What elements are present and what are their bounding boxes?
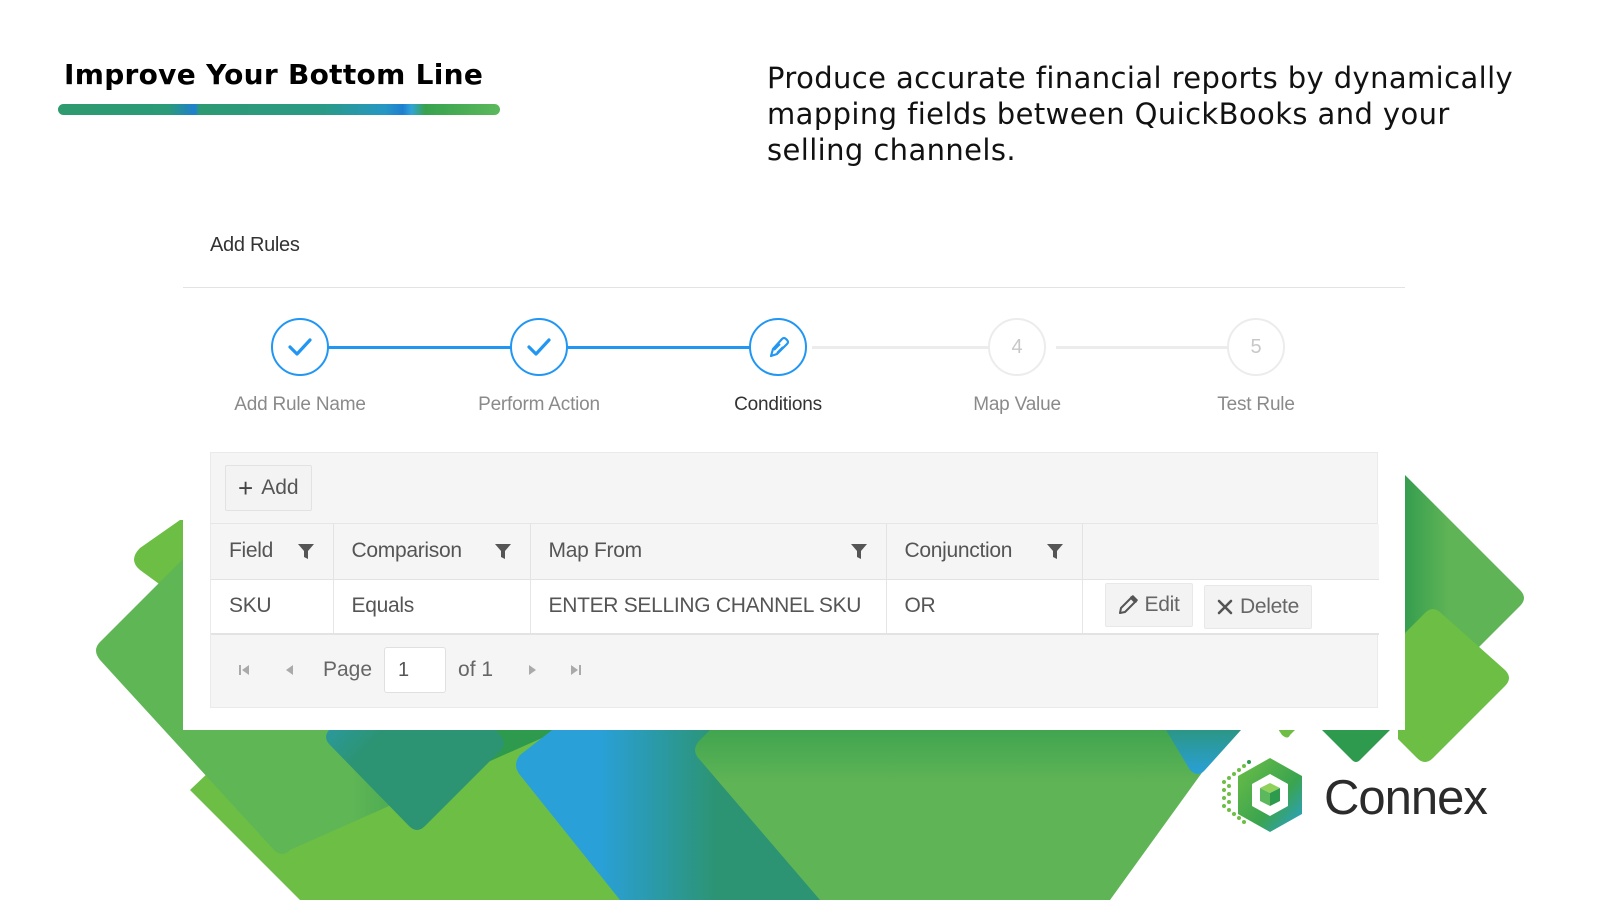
column-header-field[interactable]: Field — [211, 524, 334, 580]
table-header-row: Field Comparison Map From Conjunction — [211, 524, 1379, 580]
step-circle: 5 — [1227, 318, 1285, 376]
step-test-rule[interactable]: 5 Test Rule — [1156, 318, 1356, 416]
delete-button[interactable]: Delete — [1204, 585, 1312, 630]
page-number-input[interactable] — [384, 647, 447, 693]
cell-map-from: ENTER SELLING CHANNEL SKU — [530, 579, 887, 635]
slide-headline: Improve Your Bottom Line — [64, 58, 484, 91]
last-page-icon — [571, 665, 582, 675]
step-perform-action[interactable]: Perform Action — [439, 318, 639, 416]
table-row[interactable]: SKU Equals ENTER SELLING CHANNEL SKU OR … — [211, 579, 1379, 635]
step-label: Test Rule — [1217, 394, 1295, 415]
filter-icon[interactable] — [494, 542, 512, 560]
next-page-button[interactable] — [527, 663, 569, 677]
column-label: Comparison — [351, 539, 463, 563]
step-label: Map Value — [973, 394, 1061, 415]
pencil-icon — [769, 336, 790, 358]
column-label: Field — [229, 539, 274, 563]
conditions-grid: + Add Field Comparison Map From Conjunct… — [210, 452, 1379, 708]
check-icon — [527, 338, 551, 356]
step-circle — [510, 318, 568, 376]
headline-underline — [58, 104, 500, 115]
add-rules-card: Add Rules Add Rule Name Perform Action C… — [183, 210, 1405, 730]
delete-label: Delete — [1240, 595, 1299, 619]
grid-toolbar: + Add — [211, 453, 1377, 524]
conditions-table: Field Comparison Map From Conjunction SK… — [211, 524, 1379, 635]
step-label: Conditions — [734, 394, 822, 415]
cell-comparison: Equals — [333, 579, 531, 635]
logo-text: Connex — [1324, 771, 1488, 825]
add-condition-button[interactable]: + Add — [225, 465, 312, 511]
edit-button[interactable]: Edit — [1104, 583, 1193, 628]
step-circle — [271, 318, 329, 376]
column-label: Conjunction — [904, 539, 1013, 563]
column-header-conjunction[interactable]: Conjunction — [886, 524, 1083, 580]
connex-hexagon-icon — [1222, 758, 1302, 832]
column-label: Map From — [548, 539, 643, 563]
step-label: Perform Action — [478, 394, 600, 415]
connex-logo: Connex — [1220, 752, 1488, 844]
first-page-button[interactable] — [237, 663, 283, 677]
column-header-actions — [1082, 524, 1379, 580]
step-circle — [749, 318, 807, 376]
cell-actions: Edit Delete — [1082, 579, 1379, 635]
pencil-icon — [1118, 595, 1138, 615]
page-count-label: of 1 — [458, 658, 494, 681]
rule-stepper: Add Rule Name Perform Action Conditions … — [183, 318, 1405, 428]
filter-icon[interactable] — [1046, 542, 1064, 560]
edit-label: Edit — [1144, 593, 1180, 617]
check-icon — [288, 338, 312, 356]
step-label: Add Rule Name — [234, 394, 366, 415]
next-page-icon — [529, 665, 537, 675]
cell-conjunction: OR — [886, 579, 1083, 635]
page-label: Page — [323, 658, 373, 681]
prev-page-button[interactable] — [283, 663, 323, 677]
prev-page-icon — [286, 665, 293, 675]
filter-icon[interactable] — [297, 542, 315, 560]
close-icon — [1217, 599, 1233, 615]
grid-pager: Page of 1 — [211, 635, 1377, 705]
filter-icon[interactable] — [850, 542, 868, 560]
add-button-label: Add — [261, 476, 299, 499]
step-circle: 4 — [988, 318, 1046, 376]
step-map-value[interactable]: 4 Map Value — [917, 318, 1117, 416]
column-header-comparison[interactable]: Comparison — [333, 524, 531, 580]
slide-description: Produce accurate financial reports by dy… — [767, 61, 1514, 167]
card-divider — [183, 287, 1405, 288]
plus-icon: + — [238, 473, 254, 503]
cell-field: SKU — [211, 579, 334, 635]
step-conditions[interactable]: Conditions — [678, 318, 878, 416]
last-page-button[interactable] — [569, 663, 615, 677]
card-title: Add Rules — [210, 234, 300, 256]
first-page-icon — [239, 665, 249, 675]
column-header-map-from[interactable]: Map From — [530, 524, 887, 580]
step-add-rule-name[interactable]: Add Rule Name — [200, 318, 400, 416]
